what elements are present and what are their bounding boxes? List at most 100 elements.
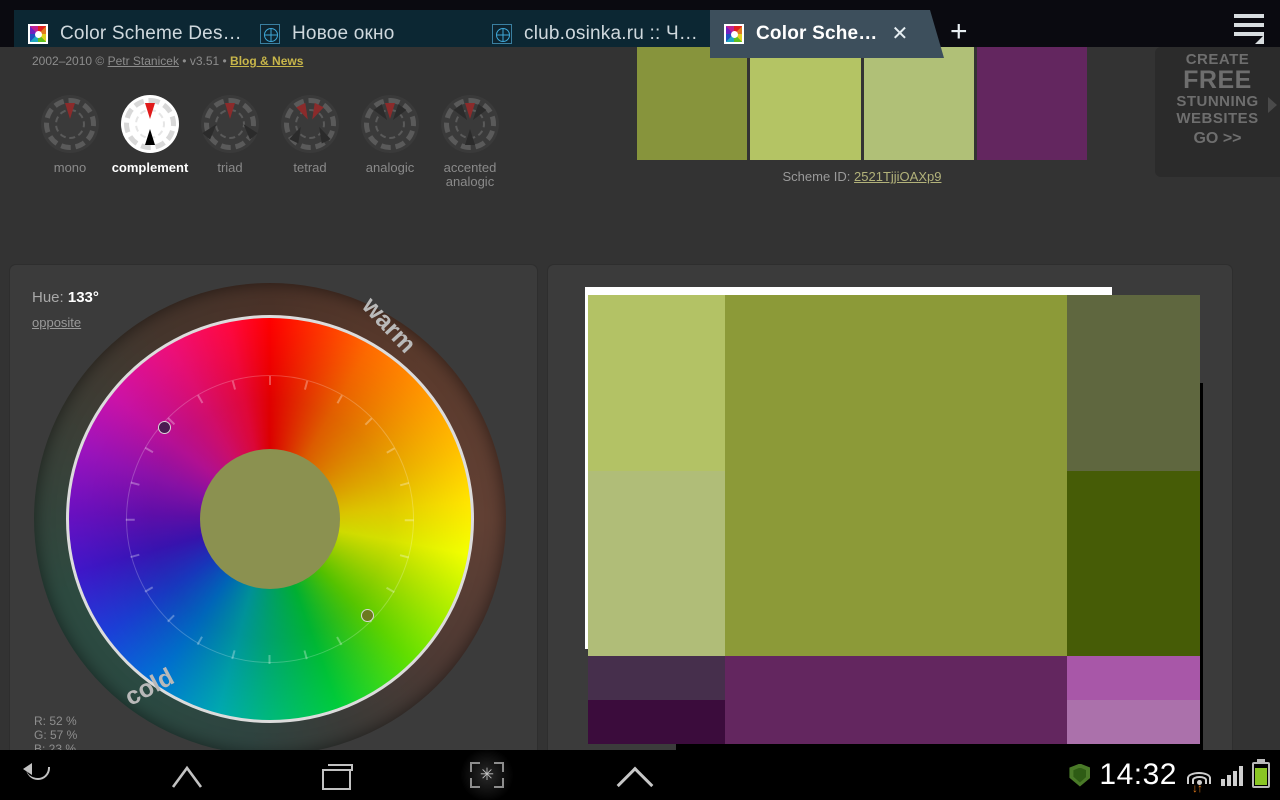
browser-tab-label: Color Scheme Des… [60, 23, 242, 44]
credits-years: 2002–2010 © [32, 54, 108, 68]
back-icon[interactable] [22, 758, 56, 792]
browser-tab-label: club.osinka.ru :: Ч… [524, 23, 699, 44]
wheel-tick [144, 586, 154, 593]
home-icon[interactable] [170, 758, 204, 792]
scheme-id-row: Scheme ID: 2521TjjiOAXp9 [637, 169, 1087, 184]
swatch-2[interactable] [750, 47, 861, 160]
marker-complement[interactable] [158, 421, 171, 434]
scheme-id-link[interactable]: 2521TjjiOAXp9 [854, 169, 941, 184]
wheel-tick [130, 482, 140, 486]
site-credits: 2002–2010 © Petr Stanicek • v3.51 • Blog… [32, 54, 303, 68]
scheme-type-label: tetrad [293, 160, 327, 175]
r-percent: R: 52 % [34, 714, 77, 728]
wheel-tick [269, 655, 271, 664]
new-tab-button[interactable]: + [950, 17, 968, 47]
hamburger-menu-icon[interactable] [1234, 14, 1264, 44]
screenshot-icon[interactable]: ✳ [470, 758, 504, 792]
scheme-type-label: accented analogic [443, 160, 497, 189]
blog-news-link[interactable]: Blog & News [230, 54, 303, 68]
wheel-tick [304, 650, 308, 660]
browser-tab-4-active[interactable]: Color Sche… ✕ [710, 10, 944, 58]
wheel-tick [232, 380, 236, 390]
globe-favicon [492, 24, 512, 44]
signal-icon[interactable] [1221, 764, 1243, 786]
battery-icon[interactable] [1252, 759, 1270, 788]
mosaic-cell [725, 700, 1067, 744]
scheme-wheel-icon [201, 95, 259, 153]
swatch-3[interactable] [863, 47, 974, 160]
wheel-tick [126, 519, 135, 521]
scheme-wheel-icon [41, 95, 99, 153]
wheel-tick [336, 394, 343, 404]
status-bar-right: 14:32 ↓↑ [1069, 750, 1270, 800]
scheme-type-label: mono [53, 160, 87, 175]
wheel-tick [144, 447, 154, 454]
browser-tab-label: Новое окно [292, 23, 395, 44]
marker-primary[interactable] [361, 609, 374, 622]
mosaic-cell [1067, 295, 1200, 471]
wheel-tick [386, 586, 396, 593]
mosaic-cell [725, 295, 1067, 471]
wheel-tick [400, 482, 410, 486]
recents-icon[interactable] [320, 758, 354, 792]
scheme-type-complement[interactable]: complement [110, 95, 190, 189]
swatch-1[interactable] [637, 47, 748, 160]
wheel-tick [386, 447, 396, 454]
color-wheel-panel: Hue: 133° opposite warm cold R: 52 % G: … [10, 265, 537, 780]
scheme-preview-panel: Show sample text [548, 265, 1232, 780]
scheme-wheel-icon [361, 95, 419, 153]
wheel-tick [304, 380, 308, 390]
screen: Color Scheme Des… Новое окно club.osinka… [0, 0, 1280, 800]
chevron-right-icon [1268, 97, 1277, 113]
scheme-type-triad[interactable]: triad [190, 95, 270, 189]
scheme-swatch-bar [637, 47, 1087, 160]
shield-icon[interactable] [1069, 763, 1091, 787]
mosaic-cell [1067, 471, 1200, 656]
preview-mosaic[interactable] [588, 295, 1200, 750]
mosaic-cell [588, 471, 725, 656]
wheel-tick [405, 519, 414, 521]
mosaic-cell [725, 471, 1067, 656]
scheme-type-mono[interactable]: mono [30, 95, 110, 189]
wifi-icon[interactable]: ↓↑ [1186, 763, 1212, 794]
web-page-content: 2002–2010 © Petr Stanicek • v3.51 • Blog… [0, 47, 1280, 800]
globe-favicon [260, 24, 280, 44]
clock-label[interactable]: 14:32 [1099, 758, 1177, 792]
wheel-tick [400, 554, 410, 558]
g-percent: G: 57 % [34, 728, 78, 742]
swatch-4[interactable] [976, 47, 1087, 160]
expand-up-icon[interactable] [622, 764, 658, 786]
mosaic-cell [588, 295, 725, 471]
scheme-type-accented-analogic[interactable]: accented analogic [430, 95, 510, 189]
ad-line-2: FREE [1183, 66, 1252, 94]
wheel-center-color [200, 449, 340, 589]
wheel-tick [336, 636, 343, 646]
advertisement-banner[interactable]: CREATE FREE STUNNING WEBSITES GO >> [1155, 47, 1280, 177]
android-navigation-bar: ✳ 14:32 ↓↑ [0, 748, 1280, 800]
ad-line-4: WEBSITES [1176, 110, 1259, 127]
wheel-tick [197, 636, 204, 646]
wheel-tick [232, 650, 236, 660]
scheme-wheel-icon [121, 95, 179, 153]
mosaic-cell [725, 656, 1067, 700]
mosaic-cell [1067, 656, 1200, 700]
scheme-type-analogic[interactable]: analogic [350, 95, 430, 189]
mosaic-cell [588, 700, 725, 744]
scheme-wheel-icon [281, 95, 339, 153]
mosaic-cell [588, 656, 725, 700]
scheme-wheel-icon [441, 95, 499, 153]
wheel-tick [167, 614, 176, 623]
close-icon[interactable]: ✕ [892, 24, 909, 44]
ad-line-3: STUNNING [1176, 93, 1259, 110]
scheme-type-selector: mono complement triad tetrad analogic ac… [30, 95, 510, 189]
wheel-tick [269, 376, 271, 385]
color-wheel[interactable]: warm cold [34, 283, 506, 755]
scheme-type-label: analogic [365, 160, 415, 175]
wheel-tick [130, 554, 140, 558]
scheme-type-tetrad[interactable]: tetrad [270, 95, 350, 189]
scheme-type-label: triad [217, 160, 243, 175]
author-link[interactable]: Petr Stanicek [108, 54, 179, 68]
ad-go-link[interactable]: GO >> [1155, 130, 1280, 148]
wheel-tick [197, 394, 204, 404]
scheme-type-label: complement [111, 160, 189, 175]
